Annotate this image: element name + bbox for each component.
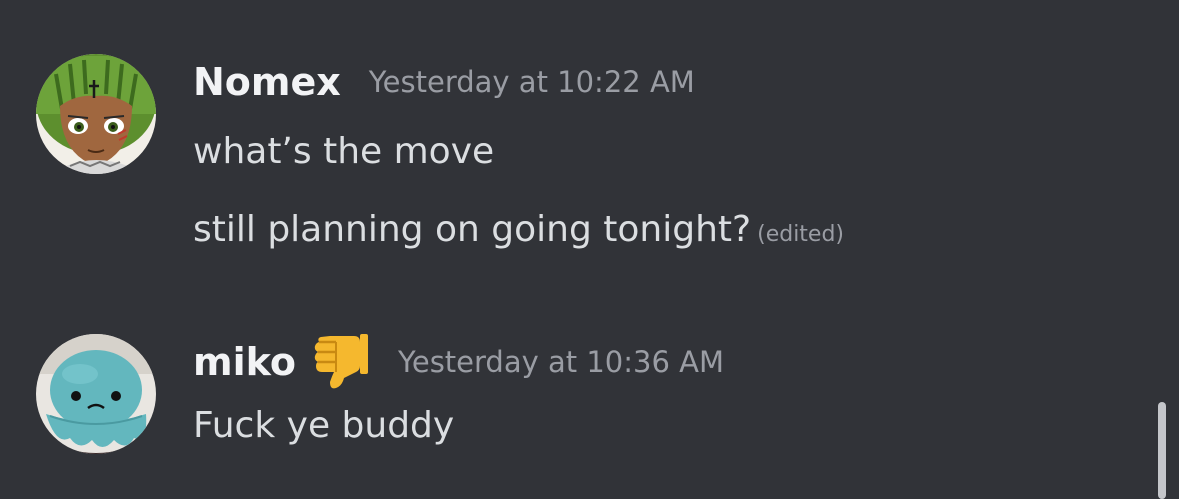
message-body: what’s the move [193,131,495,172]
thumbs-down-icon[interactable] [310,332,370,392]
username[interactable]: Nomex [193,60,341,104]
message-body: Fuck ye buddy [193,405,455,446]
username[interactable]: miko [193,340,296,384]
message-text: still planning on going tonight? (edited) [193,208,1150,257]
message-text: Fuck ye buddy [193,404,1150,448]
message-content: Nomex Yesterday at 10:22 AM what’s the m… [193,54,1150,257]
message-header: Nomex Yesterday at 10:22 AM [193,54,1150,110]
octopus-plush-avatar-icon [36,334,156,454]
timestamp[interactable]: Yesterday at 10:22 AM [369,65,695,99]
user-avatar[interactable] [36,334,156,454]
scrollbar-thumb[interactable] [1158,402,1166,499]
message-body: still planning on going tonight? [193,209,752,250]
chat-messages: Nomex Yesterday at 10:22 AM what’s the m… [0,0,1179,499]
user-avatar[interactable] [36,54,156,174]
message-text: what’s the move [193,130,1150,174]
message-header: miko Yesterday at 10:36 AM [193,334,1150,390]
edited-label: (edited) [757,222,845,247]
timestamp[interactable]: Yesterday at 10:36 AM [398,345,724,379]
message-content: miko Yesterday at 10:36 AM Fuck ye buddy [193,334,1150,448]
anime-avatar-icon [36,54,156,174]
